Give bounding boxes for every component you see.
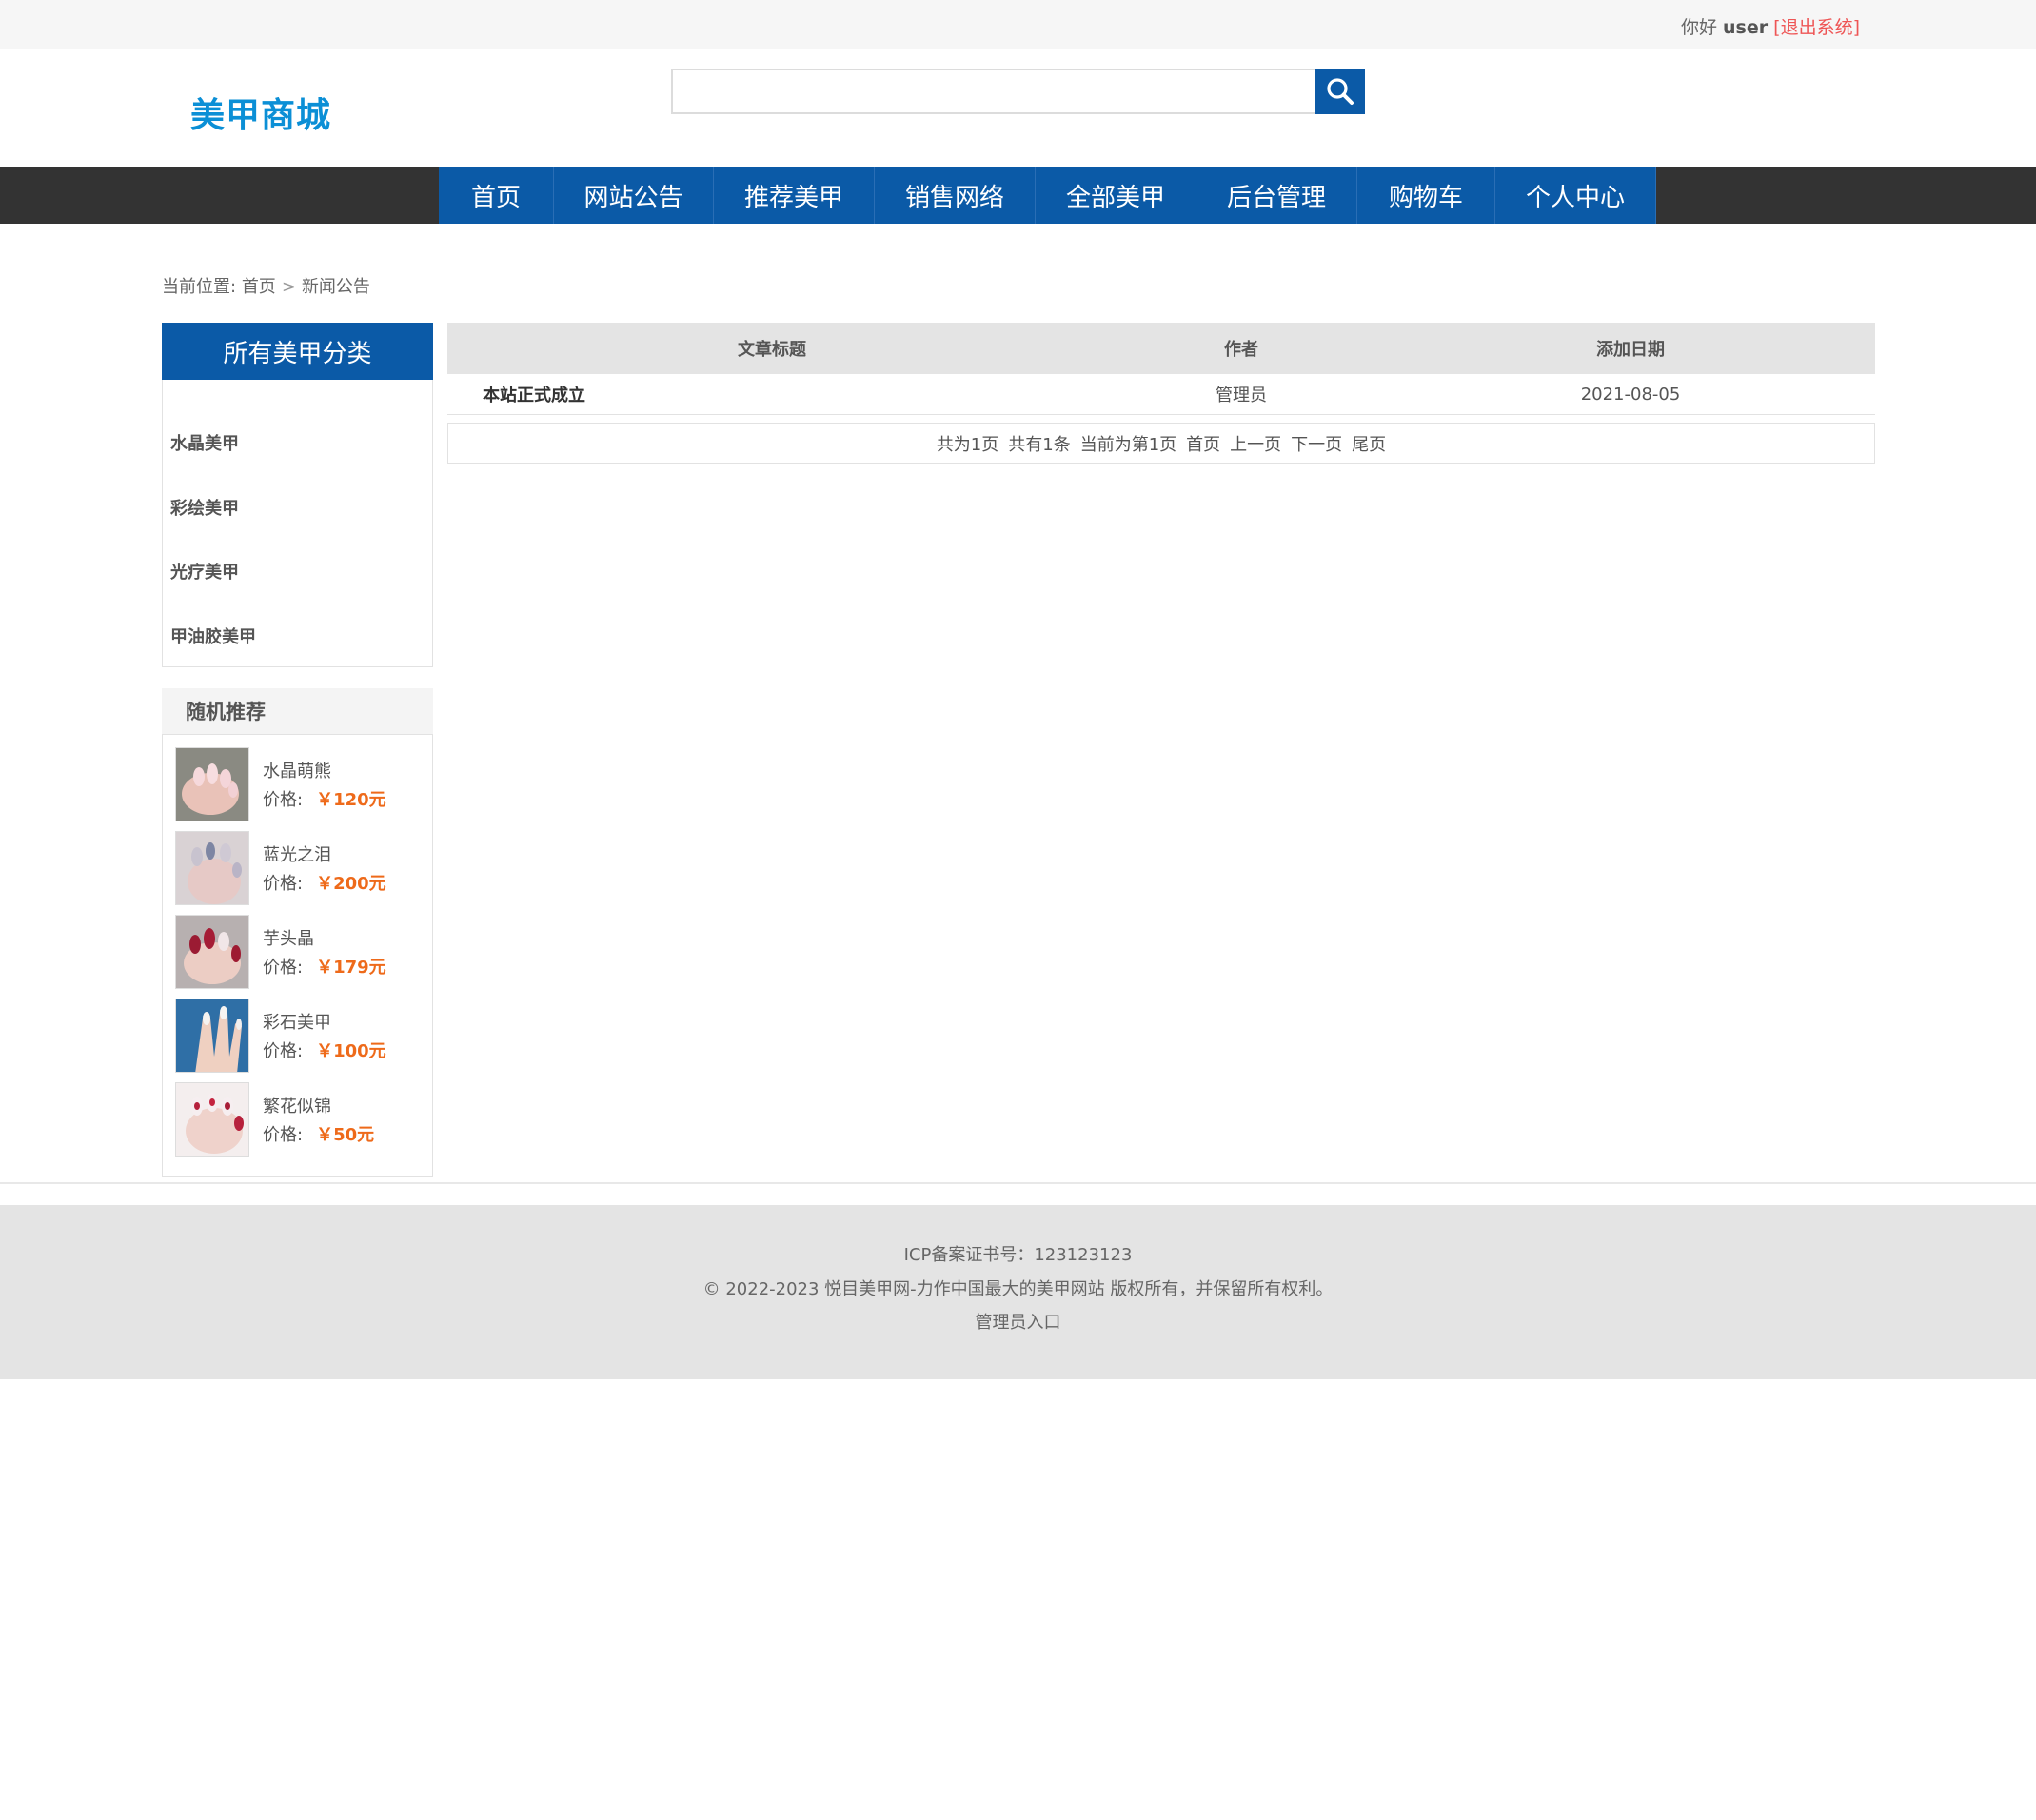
pager-total-items: 共有1条: [1008, 434, 1071, 455]
nav-recommended[interactable]: 推荐美甲: [714, 167, 875, 224]
category-item[interactable]: 甲油胶美甲: [170, 623, 256, 648]
nav-sales-network[interactable]: 销售网络: [875, 167, 1036, 224]
product-name[interactable]: 彩石美甲: [263, 1009, 331, 1034]
article-author: 管理员: [1216, 386, 1267, 406]
pager-next[interactable]: 下一页: [1291, 431, 1342, 456]
admin-entry-link[interactable]: 管理员入口: [0, 1309, 2036, 1334]
category-item[interactable]: 水晶美甲: [170, 430, 239, 455]
column-author: 作者: [1224, 340, 1258, 360]
article-table: 文章标题 作者 添加日期 本站正式成立 管理员 2021-08-05: [447, 323, 1875, 415]
user-greeting: 你好 user [退出系统]: [1681, 13, 1860, 39]
product-item[interactable]: 彩石美甲 价格: ￥100元: [175, 999, 427, 1075]
product-price: 价格: ￥179元: [263, 958, 386, 978]
nav-admin[interactable]: 后台管理: [1196, 167, 1357, 224]
pager-first[interactable]: 首页: [1186, 431, 1220, 456]
breadcrumb-current: 新闻公告: [301, 277, 370, 297]
table-row[interactable]: 本站正式成立 管理员 2021-08-05: [447, 374, 1875, 415]
footer: ICP备案证书号：123123123 © 2022-2023 悦目美甲网-力作中…: [0, 1205, 2036, 1379]
product-thumbnail[interactable]: [175, 999, 249, 1073]
table-header: 文章标题 作者 添加日期: [447, 323, 1875, 374]
site-logo[interactable]: 美甲商城: [190, 88, 331, 137]
search-button[interactable]: [1315, 69, 1365, 114]
product-thumbnail[interactable]: [175, 1082, 249, 1157]
category-item[interactable]: 光疗美甲: [170, 559, 239, 584]
product-name[interactable]: 繁花似锦: [263, 1093, 331, 1118]
product-price: 价格: ￥50元: [263, 1125, 375, 1145]
product-name[interactable]: 蓝光之泪: [263, 841, 331, 866]
product-thumbnail[interactable]: [175, 747, 249, 821]
breadcrumb-prefix: 当前位置:: [162, 277, 237, 297]
pagination: 共为1页 共有1条 当前为第1页 首页 上一页 下一页 尾页: [447, 423, 1875, 464]
article-date: 2021-08-05: [1580, 384, 1681, 405]
pager-last[interactable]: 尾页: [1352, 431, 1386, 456]
product-item[interactable]: 水晶萌熊 价格: ￥120元: [175, 747, 427, 823]
footer-icp: ICP备案证书号：123123123: [903, 1245, 1133, 1265]
product-name[interactable]: 水晶萌熊: [263, 758, 331, 782]
product-item[interactable]: 芋头晶 价格: ￥179元: [175, 915, 427, 991]
nav-all-products[interactable]: 全部美甲: [1036, 167, 1196, 224]
search-input[interactable]: [671, 69, 1315, 114]
pager-total-pages: 共为1页: [936, 434, 999, 455]
greeting-text: 你好: [1680, 17, 1717, 38]
category-title: 所有美甲分类: [162, 323, 433, 380]
category-panel: 所有美甲分类 水晶美甲 彩绘美甲 光疗美甲 甲油胶美甲: [162, 323, 433, 667]
breadcrumb-home[interactable]: 首页: [242, 277, 276, 297]
article-title[interactable]: 本站正式成立: [447, 374, 1097, 414]
nav-profile[interactable]: 个人中心: [1495, 167, 1656, 224]
product-item[interactable]: 繁花似锦 价格: ￥50元: [175, 1082, 427, 1158]
search-bar: [671, 69, 1365, 114]
search-icon: [1327, 78, 1354, 105]
nav-cart[interactable]: 购物车: [1357, 167, 1495, 224]
random-panel: 水晶萌熊 价格: ￥120元 蓝光之泪 价格: ￥200元 芋头晶 价格: ￥1…: [162, 734, 433, 1177]
footer-copyright: © 2022-2023 悦目美甲网-力作中国最大的美甲网站 版权所有，并保留所有…: [702, 1279, 1334, 1299]
column-date: 添加日期: [1596, 340, 1665, 360]
footer-divider: [0, 1182, 2036, 1184]
nav-announcements[interactable]: 网站公告: [554, 167, 714, 224]
product-price: 价格: ￥200元: [263, 874, 386, 894]
top-bar: 你好 user [退出系统]: [0, 0, 2036, 49]
nav-home[interactable]: 首页: [439, 167, 554, 224]
product-thumbnail[interactable]: [175, 831, 249, 905]
main-nav: 首页 网站公告 推荐美甲 销售网络 全部美甲 后台管理 购物车 个人中心: [0, 167, 2036, 224]
random-title: 随机推荐: [162, 688, 433, 734]
product-name[interactable]: 芋头晶: [263, 925, 314, 950]
product-item[interactable]: 蓝光之泪 价格: ￥200元: [175, 831, 427, 907]
product-price: 价格: ￥100元: [263, 1041, 386, 1061]
product-price: 价格: ￥120元: [263, 790, 386, 810]
logout-link[interactable]: [退出系统]: [1773, 17, 1860, 38]
pager-prev[interactable]: 上一页: [1230, 431, 1281, 456]
product-thumbnail[interactable]: [175, 915, 249, 989]
breadcrumb: 当前位置: 首页 > 新闻公告: [162, 273, 370, 298]
pager-current: 当前为第1页: [1079, 434, 1177, 455]
breadcrumb-separator: >: [281, 277, 296, 297]
username: user: [1723, 17, 1769, 38]
category-item[interactable]: 彩绘美甲: [170, 495, 239, 520]
column-title: 文章标题: [738, 340, 806, 360]
